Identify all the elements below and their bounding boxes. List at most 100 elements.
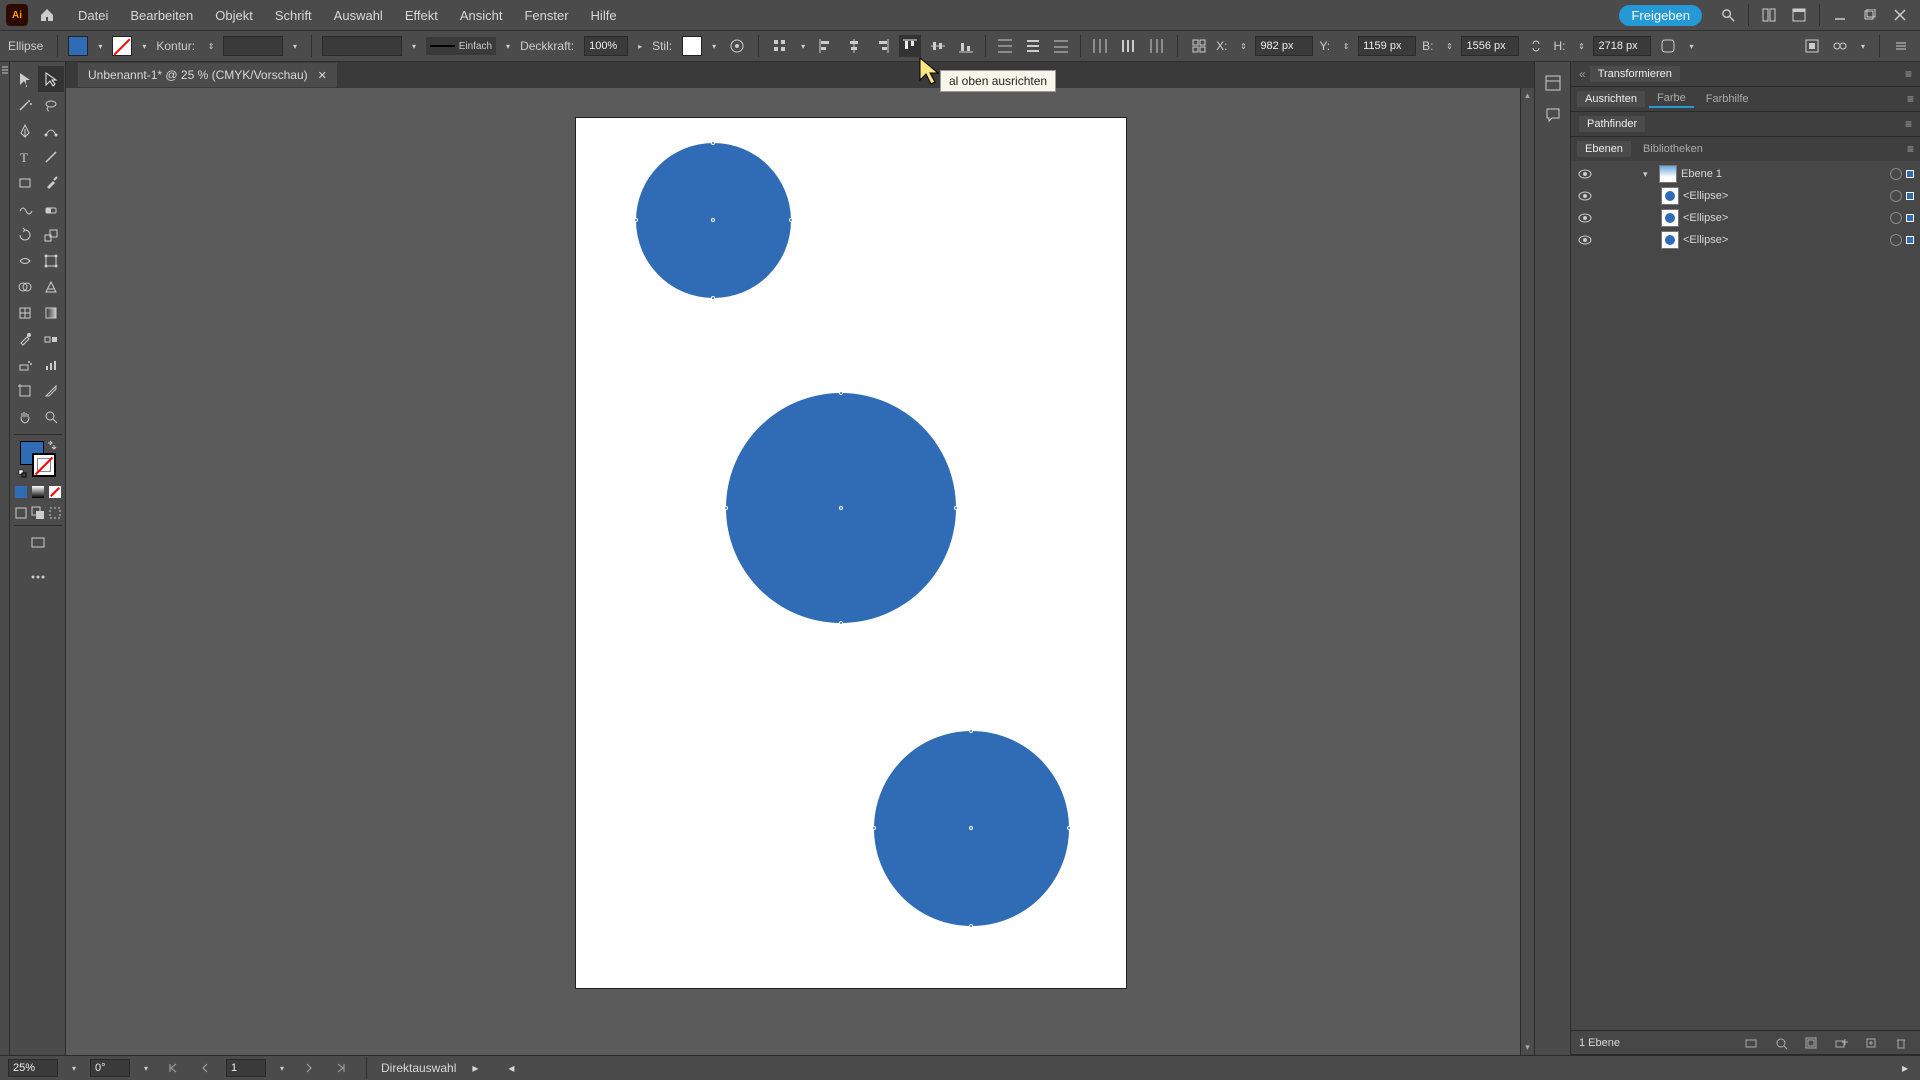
direct-selection-tool[interactable] [38,66,64,92]
make-clip-icon[interactable] [1800,1032,1822,1054]
menu-objekt[interactable]: Objekt [205,4,263,27]
stroke-box[interactable] [32,453,56,477]
menu-schrift[interactable]: Schrift [265,4,322,27]
target-icon[interactable] [1890,168,1902,180]
arrange-documents-icon[interactable] [1759,5,1779,25]
menu-fenster[interactable]: Fenster [514,4,578,27]
fill-swatch[interactable] [68,36,88,56]
artboard-dropdown-icon[interactable]: ▾ [276,1061,288,1075]
lasso-tool[interactable] [38,92,64,118]
delete-layer-icon[interactable] [1890,1032,1912,1054]
shape-dropdown-icon[interactable]: ▾ [1685,39,1697,53]
search-icon[interactable] [1718,5,1738,25]
layer-row[interactable]: <Ellipse> [1571,229,1920,251]
align-top-icon[interactable] [899,35,921,57]
colorguide-tab[interactable]: Farbhilfe [1698,91,1757,107]
shape-properties-icon[interactable] [1657,35,1679,57]
panel-menu-icon[interactable]: ≡ [1907,142,1914,156]
free-transform-tool[interactable] [38,248,64,274]
recolor-icon[interactable] [726,35,748,57]
menu-auswahl[interactable]: Auswahl [324,4,393,27]
new-sublayer-icon[interactable] [1830,1032,1852,1054]
new-layer-icon[interactable] [1860,1032,1882,1054]
opacity-dropdown-icon[interactable]: ▸ [634,39,646,53]
panel-menu-icon[interactable]: ≡ [1905,117,1912,131]
style-swatch[interactable] [682,36,702,56]
color-tab[interactable]: Farbe [1649,90,1694,108]
close-icon[interactable] [1890,5,1910,25]
transform-tab[interactable]: Transformieren [1590,66,1680,82]
distribute-top-icon[interactable] [994,35,1016,57]
shaper-tool[interactable] [12,196,38,222]
shape-builder-tool[interactable] [12,274,38,300]
panel-menu-icon[interactable]: ≡ [1905,67,1912,81]
variable-width-field[interactable] [322,36,402,56]
transform-panel-header[interactable]: « Transformieren ≡ [1571,62,1920,86]
magic-wand-tool[interactable] [12,92,38,118]
brush-definition[interactable]: Einfach [426,37,496,55]
draw-inside-icon[interactable] [46,504,63,521]
layer-row[interactable]: ▾ Ebene 1 [1571,163,1920,185]
maximize-icon[interactable] [1860,5,1880,25]
blend-tool[interactable] [38,326,64,352]
next-artboard-icon[interactable] [298,1057,320,1079]
draw-behind-icon[interactable] [29,504,46,521]
distribute-bottom-icon[interactable] [1050,35,1072,57]
layer-visibility-icon[interactable] [1740,1032,1762,1054]
visibility-icon[interactable] [1577,210,1593,226]
align-hcenter-icon[interactable] [843,35,865,57]
menu-bearbeiten[interactable]: Bearbeiten [120,4,203,27]
hand-tool[interactable] [12,404,38,430]
layer-row[interactable]: <Ellipse> [1571,207,1920,229]
properties-panel-icon[interactable] [1542,72,1564,94]
gradient-mode-icon[interactable] [29,483,46,500]
edit-similar-icon[interactable] [1829,35,1851,57]
transform-panel-icon[interactable] [1188,35,1210,57]
align-left-icon[interactable] [815,35,837,57]
layer-name[interactable]: <Ellipse> [1683,212,1728,224]
chevron-down-icon[interactable]: ▾ [1643,169,1655,180]
visibility-icon[interactable] [1577,166,1593,182]
y-stepper[interactable]: ⇕ [1340,39,1352,53]
distribute-left-icon[interactable] [1089,35,1111,57]
stroke-dropdown-icon[interactable]: ▾ [138,39,150,53]
line-tool[interactable] [38,144,64,170]
zoom-tool[interactable] [38,404,64,430]
align-vcenter-icon[interactable] [927,35,949,57]
type-tool[interactable]: T [12,144,38,170]
h-stepper[interactable]: ⇕ [1575,39,1587,53]
workspace-switcher-icon[interactable] [1789,5,1809,25]
draw-normal-icon[interactable] [12,504,29,521]
comments-panel-icon[interactable] [1542,104,1564,126]
edit-toolbar-icon[interactable] [25,564,51,590]
x-field[interactable] [1255,36,1313,56]
distribute-hcenter-icon[interactable] [1117,35,1139,57]
pathfinder-tab[interactable]: Pathfinder [1579,116,1645,132]
vw-dropdown-icon[interactable]: ▾ [408,39,420,53]
curvature-tool[interactable] [38,118,64,144]
gradient-tool[interactable] [38,300,64,326]
swap-fill-stroke-icon[interactable] [46,439,58,451]
eraser-tool[interactable] [38,196,64,222]
fill-dropdown-icon[interactable]: ▾ [94,39,106,53]
distribute-vcenter-icon[interactable] [1022,35,1044,57]
menu-datei[interactable]: Datei [68,4,118,27]
width-tool[interactable] [12,248,38,274]
artboard-nav-field[interactable] [226,1059,266,1077]
prev-artboard-icon[interactable] [194,1057,216,1079]
perspective-tool[interactable] [38,274,64,300]
panel-grip[interactable] [0,62,10,1055]
document-tab[interactable]: Unbenannt-1* @ 25 % (CMYK/Vorschau) ✕ [78,63,337,87]
pathfinder-panel-header[interactable]: Pathfinder ≡ [1571,112,1920,136]
x-stepper[interactable]: ⇕ [1237,39,1249,53]
none-mode-icon[interactable] [46,483,63,500]
stroke-swatch[interactable] [112,36,132,56]
selection-tool[interactable] [12,66,38,92]
fill-stroke-control[interactable] [18,439,58,479]
paintbrush-tool[interactable] [38,170,64,196]
layer-name[interactable]: <Ellipse> [1683,190,1728,202]
align-to-chevron-icon[interactable]: ▾ [797,39,809,53]
slice-tool[interactable] [38,378,64,404]
layers-tab[interactable]: Ebenen [1577,141,1631,157]
w-stepper[interactable]: ⇕ [1443,39,1455,53]
